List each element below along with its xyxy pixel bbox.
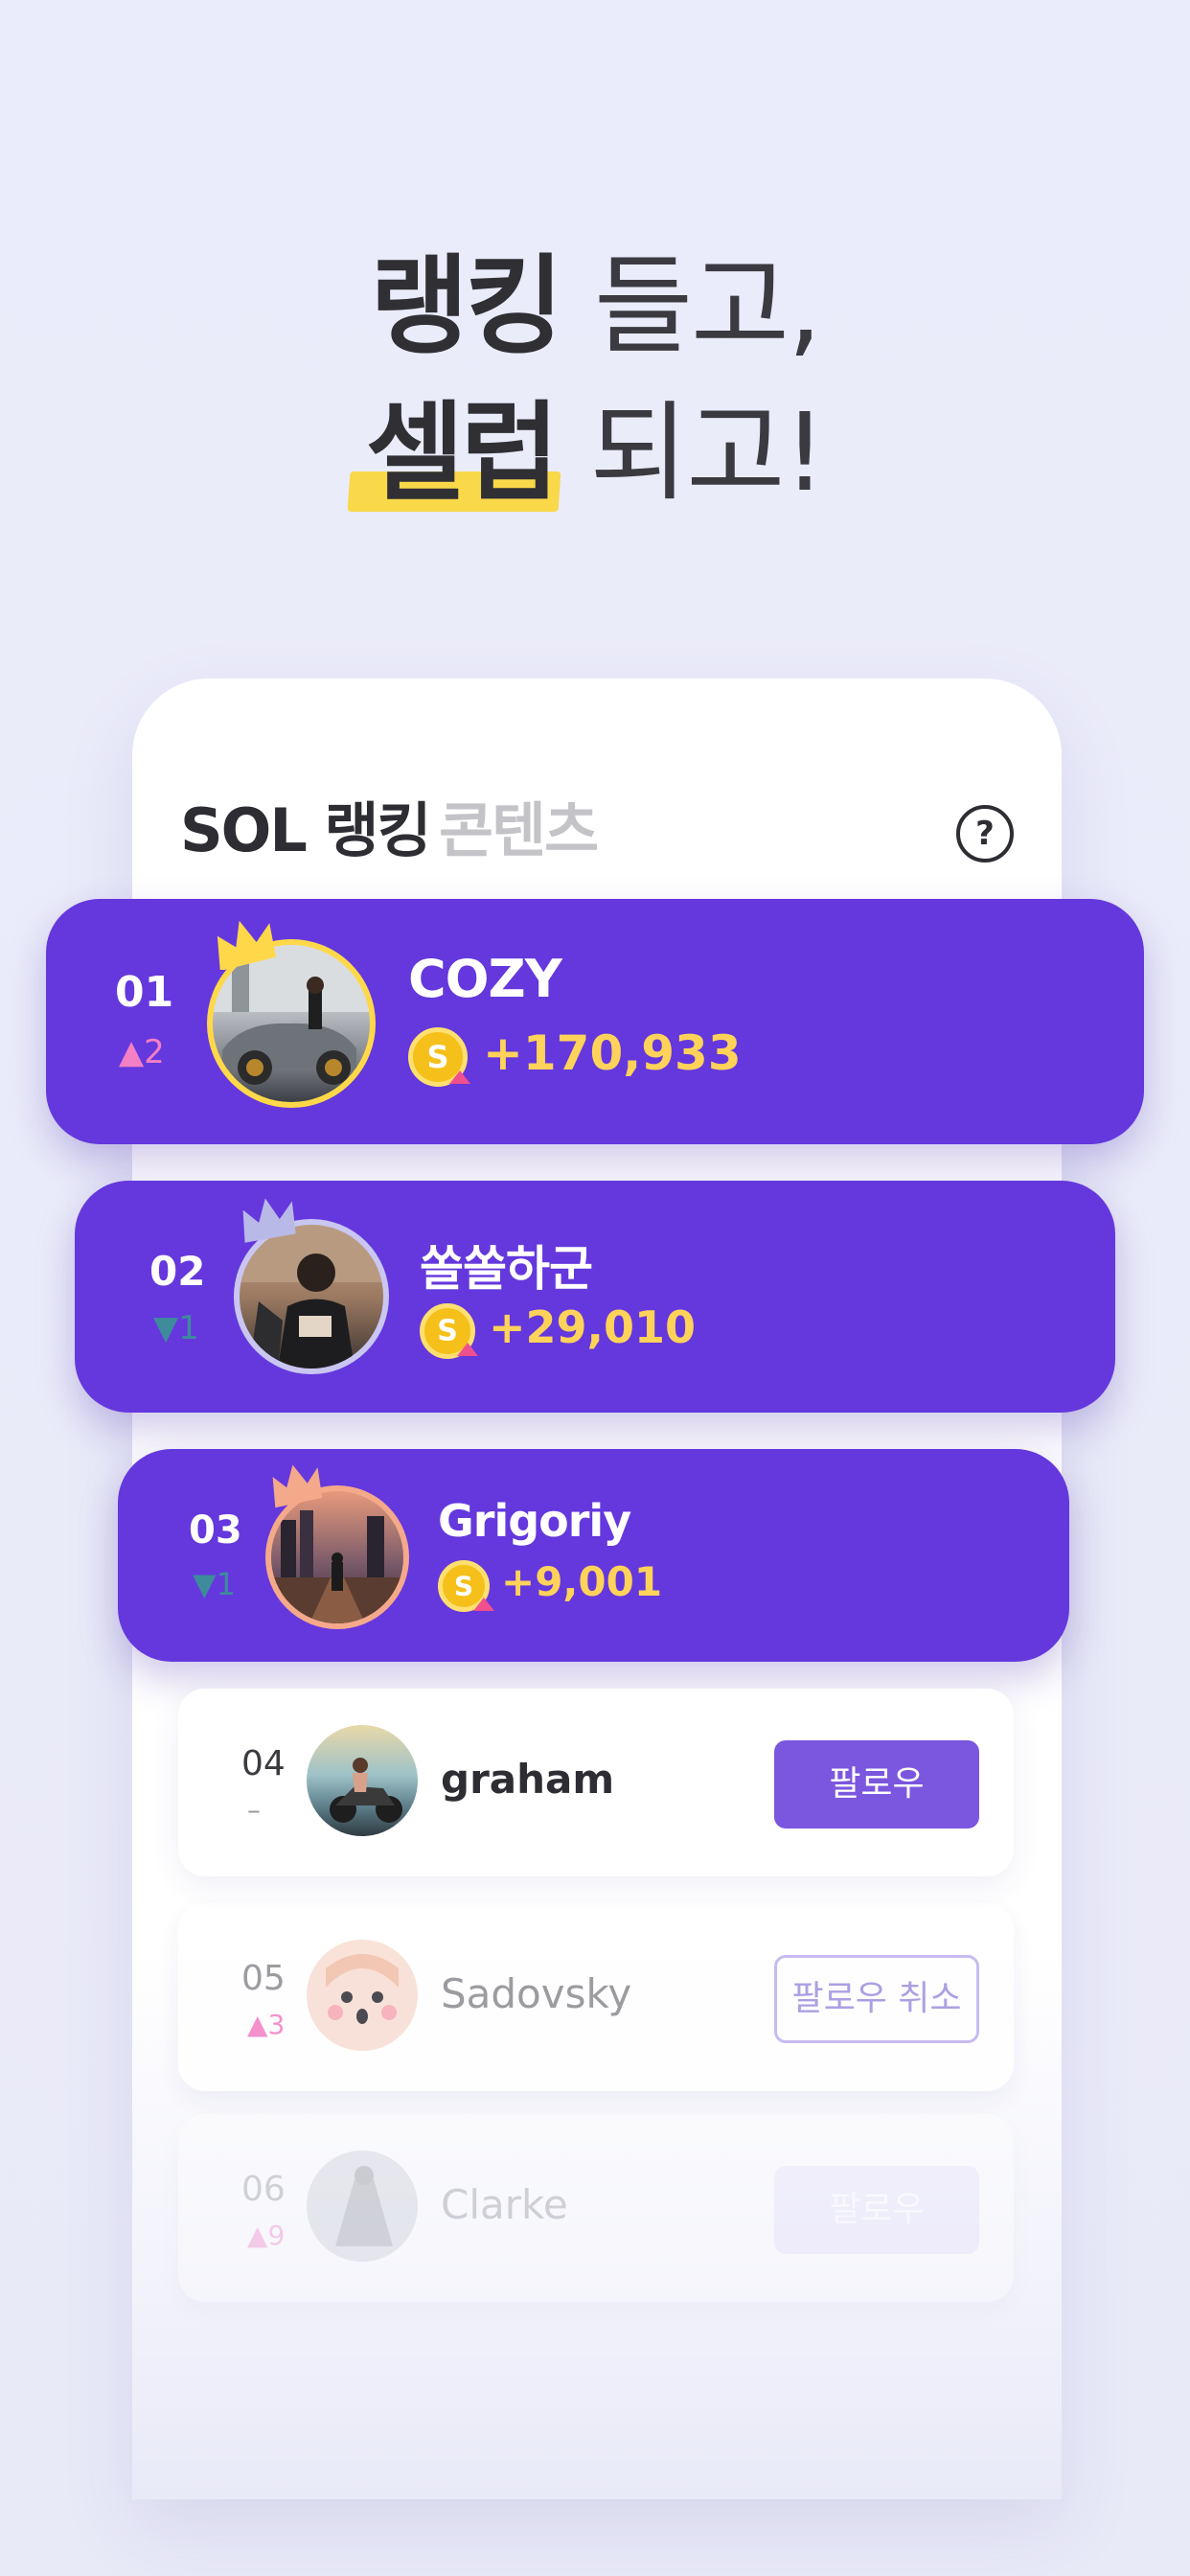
list-item[interactable]: 06 ▲9 Clarke 팔로우 (178, 2114, 1014, 2302)
rank-number: 03 (189, 1508, 242, 1552)
rank-card-1[interactable]: 01 ▲2 COZY S +170,933 (46, 899, 1144, 1144)
follow-button[interactable]: 팔로우 (774, 1740, 979, 1828)
user-name[interactable]: COZY (408, 949, 562, 1009)
list-item[interactable]: 05 ▲3 Sadovsky 팔로우 취소 (178, 1903, 1014, 2091)
coin-icon: S (438, 1560, 494, 1612)
list-item[interactable]: 04 – graham 팔로우 (178, 1689, 1014, 1876)
rank-change-down: ▼1 (193, 1566, 236, 1602)
headline-highlight-word: 셀럽 (365, 391, 560, 516)
crown-icon (242, 1198, 296, 1243)
score-value: +170,933 (483, 1025, 742, 1081)
rank-number: 02 (149, 1248, 206, 1295)
rank-number: 05 (241, 1959, 286, 1998)
follow-button[interactable]: 팔로우 (774, 2166, 979, 2254)
coin-icon: S (408, 1027, 470, 1087)
tab-contents[interactable]: 콘텐츠 (439, 782, 599, 868)
rank-change-up: ▲3 (247, 2009, 286, 2040)
headline-bold-word-1: 랭킹 (370, 244, 563, 369)
headline-rest-2: 되고! (589, 391, 826, 516)
user-name[interactable]: Clarke (441, 2181, 568, 2228)
user-name[interactable]: 쏠쏠하군 (420, 1230, 593, 1300)
rank-number: 01 (115, 968, 174, 1017)
avatar[interactable] (307, 1725, 418, 1836)
user-name[interactable]: Grigoriy (438, 1495, 631, 1547)
rank-number: 06 (241, 2170, 286, 2209)
user-name[interactable]: Sadovsky (441, 1970, 631, 2017)
rank-change-up: ▲2 (119, 1033, 165, 1071)
score-value: +29,010 (489, 1301, 697, 1353)
rank-number: 04 (241, 1744, 286, 1783)
headline-line-1: 랭킹 들고, (0, 244, 1190, 369)
avatar[interactable] (307, 1940, 418, 2051)
avatar[interactable] (307, 2150, 418, 2262)
crown-icon (272, 1464, 323, 1508)
tab-sol-ranking[interactable]: SOL 랭킹 (180, 782, 432, 868)
rank-card-2[interactable]: 02 ▼1 쏠쏠하군 S +29,010 (75, 1181, 1115, 1413)
help-icon[interactable]: ? (956, 805, 1014, 862)
rank-change-none: – (247, 1794, 261, 1826)
unfollow-button[interactable]: 팔로우 취소 (774, 1955, 979, 2043)
rank-change-up: ▲9 (247, 2220, 286, 2251)
user-name[interactable]: graham (441, 1756, 614, 1803)
rank-change-down: ▼1 (153, 1309, 199, 1347)
headline-line-2: 셀럽 되고! (0, 391, 1190, 516)
headline-rest-1: 들고, (594, 244, 822, 369)
score-value: +9,001 (501, 1558, 663, 1605)
crown-icon (217, 920, 277, 970)
rank-card-3[interactable]: 03 ▼1 Grigoriy S +9,001 (118, 1449, 1069, 1662)
coin-icon: S (420, 1303, 478, 1359)
